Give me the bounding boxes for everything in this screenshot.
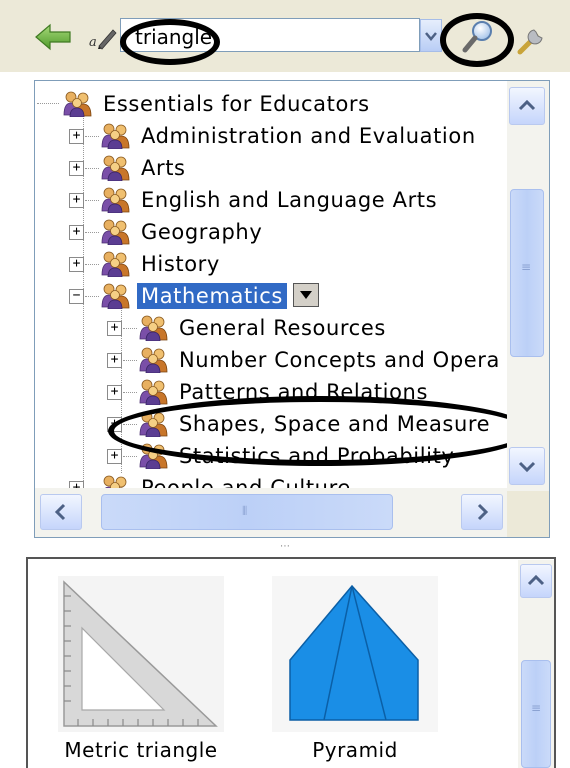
gallery-item-metric-triangle[interactable] bbox=[58, 576, 224, 732]
gallery-item-label: Pyramid bbox=[312, 738, 398, 762]
annotation-circle-search-button bbox=[440, 13, 514, 67]
expand-toggle[interactable]: + bbox=[107, 353, 122, 368]
expand-toggle[interactable]: + bbox=[69, 193, 84, 208]
splitter-grip[interactable]: ⋯ bbox=[280, 541, 290, 552]
tree-item-label: Essentials for Educators bbox=[103, 92, 370, 116]
people-group-icon bbox=[139, 379, 168, 405]
expand-toggle[interactable]: + bbox=[107, 449, 122, 464]
expand-toggle[interactable]: + bbox=[69, 481, 84, 488]
tree-item-label: Arts bbox=[141, 156, 186, 180]
people-group-icon bbox=[101, 219, 130, 245]
people-group-icon bbox=[139, 347, 168, 373]
expand-toggle[interactable]: + bbox=[69, 129, 84, 144]
people-group-icon bbox=[139, 315, 168, 341]
people-group-icon bbox=[101, 155, 130, 181]
people-group-icon bbox=[63, 91, 92, 117]
people-group-icon bbox=[101, 251, 130, 277]
tree-item-administration[interactable]: + Administration and Evaluation bbox=[35, 121, 505, 151]
expand-toggle[interactable]: + bbox=[107, 385, 122, 400]
scroll-thumb[interactable]: ≡ bbox=[521, 660, 551, 768]
tree-item-english[interactable]: + English and Language Arts bbox=[35, 185, 505, 215]
tree-item-root[interactable]: Essentials for Educators bbox=[35, 89, 505, 119]
collapse-toggle[interactable]: − bbox=[69, 289, 84, 304]
chevron-down-icon[interactable] bbox=[420, 19, 442, 52]
gallery-item-pyramid[interactable] bbox=[272, 576, 438, 732]
people-group-icon bbox=[101, 187, 130, 213]
gallery-vertical-scrollbar[interactable]: ≡ bbox=[518, 560, 554, 768]
scroll-thumb[interactable]: ≡ bbox=[510, 189, 544, 357]
tree-item-arts[interactable]: + Arts bbox=[35, 153, 505, 183]
people-group-icon bbox=[101, 475, 130, 488]
chevron-down-icon[interactable] bbox=[293, 283, 319, 307]
svg-text:a: a bbox=[89, 35, 97, 50]
people-group-icon bbox=[101, 123, 130, 149]
tree-item-history[interactable]: + History bbox=[35, 249, 505, 279]
scrollbar-corner bbox=[507, 491, 549, 537]
people-group-icon bbox=[101, 283, 130, 309]
tree-item-label: English and Language Arts bbox=[141, 188, 438, 212]
tree-item-label: Mathematics bbox=[137, 283, 287, 309]
tree-item-label: People and Culture bbox=[141, 476, 351, 488]
scroll-down-button[interactable] bbox=[509, 447, 545, 485]
tree-horizontal-scrollbar[interactable]: ⦀ bbox=[35, 488, 507, 537]
tree-item-label: History bbox=[141, 252, 220, 276]
tree-item-people-culture[interactable]: + People and Culture bbox=[35, 473, 505, 488]
set-square-image bbox=[58, 576, 224, 732]
scroll-left-button[interactable] bbox=[40, 494, 82, 530]
tree-item-label: Geography bbox=[141, 220, 263, 244]
scroll-up-button[interactable] bbox=[509, 87, 545, 125]
scroll-thumb[interactable]: ⦀ bbox=[101, 494, 393, 530]
tree-vertical-scrollbar[interactable]: ≡ bbox=[507, 81, 549, 491]
expand-toggle[interactable]: + bbox=[69, 257, 84, 272]
spell-check-icon[interactable]: a bbox=[88, 24, 118, 50]
pyramid-image bbox=[272, 576, 438, 732]
scroll-up-button[interactable] bbox=[520, 564, 552, 598]
scroll-right-button[interactable] bbox=[461, 494, 503, 530]
annotation-circle-search bbox=[120, 19, 220, 65]
tree-item-label: Number Concepts and Opera bbox=[179, 348, 500, 372]
tree-item-general-resources[interactable]: + General Resources bbox=[35, 313, 505, 343]
tree-item-mathematics[interactable]: − Mathematics bbox=[35, 281, 505, 311]
expand-toggle[interactable]: + bbox=[69, 161, 84, 176]
gallery-item-label: Metric triangle bbox=[64, 738, 218, 762]
back-arrow-icon[interactable] bbox=[34, 22, 74, 52]
expand-toggle[interactable]: + bbox=[69, 225, 84, 240]
expand-toggle[interactable]: + bbox=[107, 321, 122, 336]
tree-item-number-concepts[interactable]: + Number Concepts and Opera bbox=[35, 345, 505, 375]
tree-item-label: Administration and Evaluation bbox=[141, 124, 476, 148]
tree-item-label: General Resources bbox=[179, 316, 386, 340]
annotation-circle-shapes-item bbox=[108, 396, 532, 466]
tree-item-geography[interactable]: + Geography bbox=[35, 217, 505, 247]
tool-icon[interactable] bbox=[514, 22, 550, 56]
